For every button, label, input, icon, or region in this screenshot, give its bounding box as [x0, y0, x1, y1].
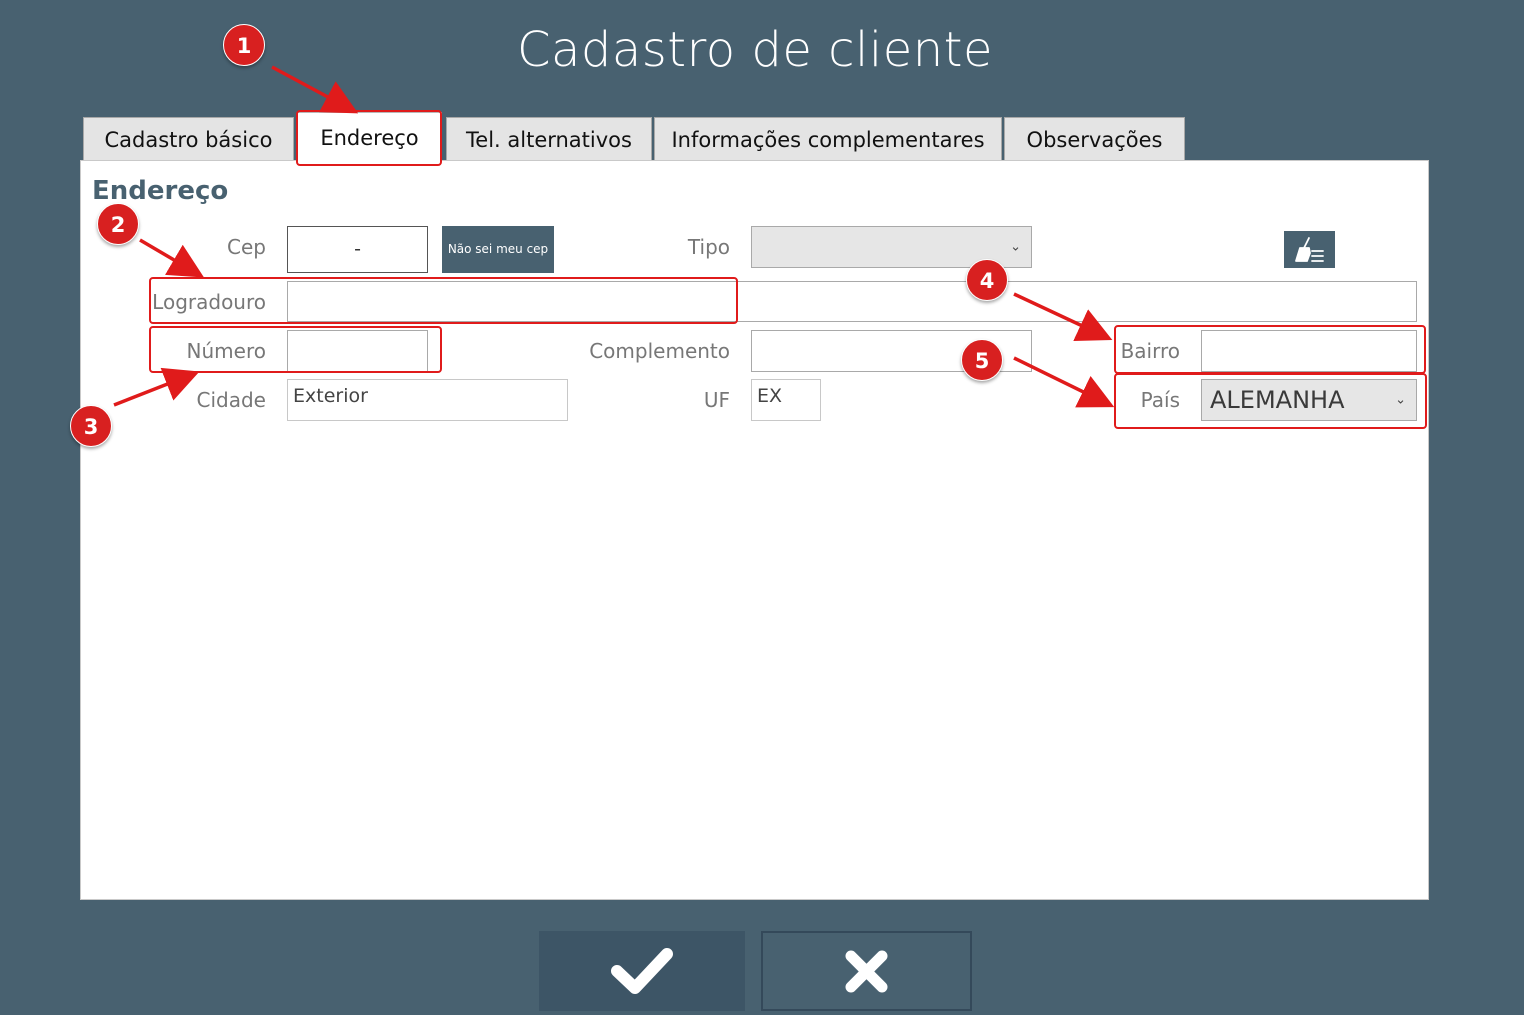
annotation-badge-5: 5	[961, 339, 1003, 381]
uf-input[interactable]: EX	[751, 379, 821, 421]
annotation-badge-1: 1	[223, 24, 265, 66]
highlight-bairro	[1114, 325, 1426, 374]
section-title: Endereço	[92, 176, 229, 206]
annotation-badge-4: 4	[966, 259, 1008, 301]
cep-input[interactable]: -	[287, 226, 428, 273]
tab-informacoes-complementares[interactable]: Informações complementares	[654, 117, 1002, 161]
annotation-badge-3: 3	[70, 405, 112, 447]
nao-sei-cep-button[interactable]: Não sei meu cep	[442, 226, 554, 273]
chevron-down-icon: ⌄	[1010, 239, 1021, 255]
complemento-label: Complemento	[589, 339, 730, 363]
confirm-button[interactable]	[539, 931, 745, 1011]
cancel-button[interactable]	[761, 931, 972, 1011]
tab-observacoes[interactable]: Observações	[1004, 117, 1185, 161]
highlight-endereco-tab	[296, 110, 442, 166]
close-icon	[845, 950, 888, 993]
broom-list-icon	[1295, 237, 1324, 262]
tipo-label: Tipo	[687, 235, 730, 259]
annotation-badge-2: 2	[97, 203, 139, 245]
uf-label: UF	[703, 388, 730, 412]
checkmark-icon	[611, 948, 673, 994]
cidade-label: Cidade	[196, 388, 266, 412]
tab-cadastro-basico[interactable]: Cadastro básico	[83, 117, 294, 161]
cep-label: Cep	[227, 235, 266, 259]
cidade-input[interactable]: Exterior	[287, 379, 568, 421]
highlight-pais	[1114, 373, 1427, 429]
highlight-logradouro	[149, 277, 738, 324]
highlight-numero	[149, 326, 442, 373]
tab-tel-alternativos[interactable]: Tel. alternativos	[446, 117, 652, 161]
address-panel	[80, 160, 1429, 900]
clear-address-button[interactable]	[1284, 231, 1335, 268]
